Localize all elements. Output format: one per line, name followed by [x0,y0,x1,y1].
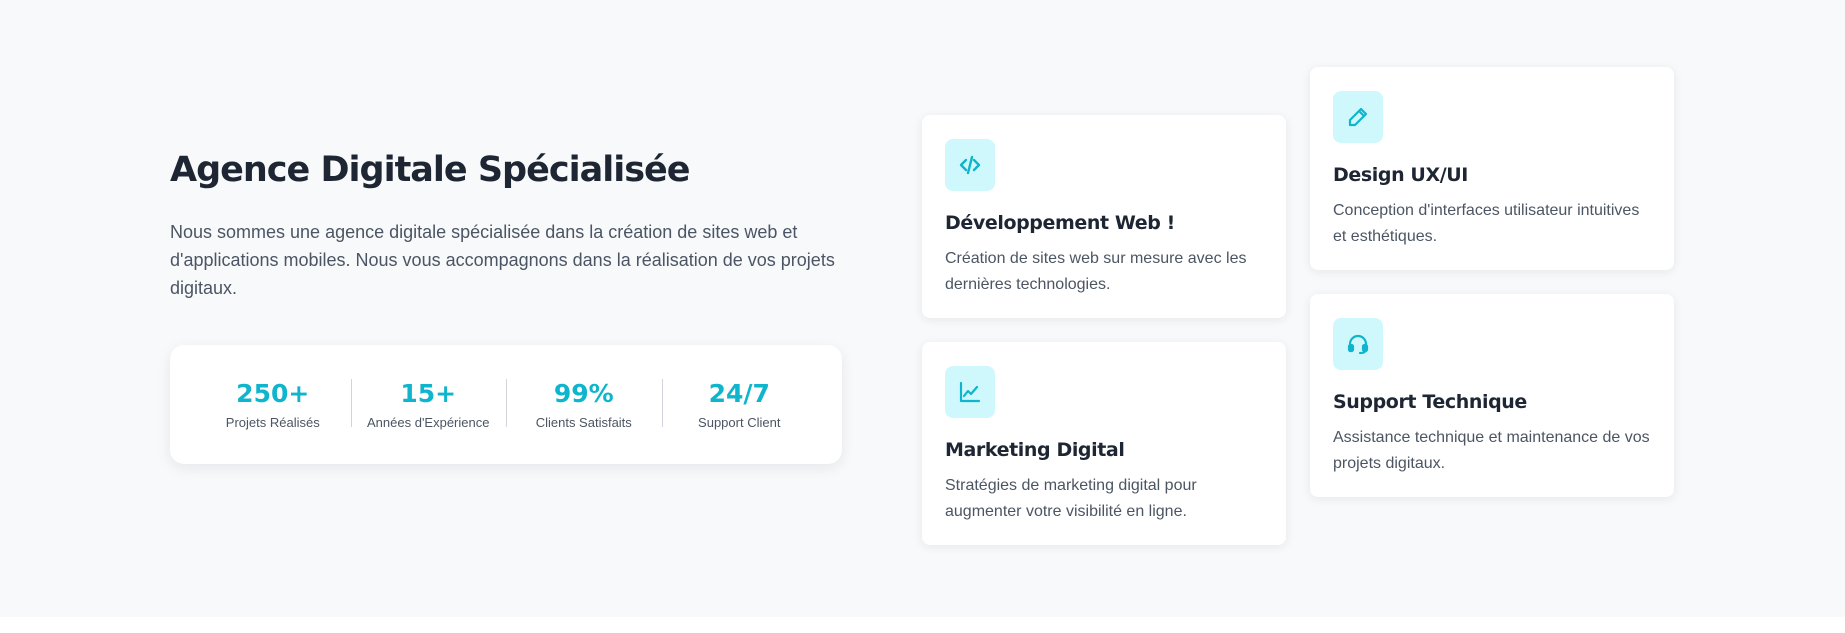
stat-label: Projets Réalisés [225,414,320,430]
pencil-icon [1333,91,1383,143]
stat-label: Années d'Expérience [367,414,490,430]
stat-value: 250+ [236,378,310,408]
stat-label: Support Client [698,414,781,430]
chart-line-icon [945,366,995,418]
service-card-web: Développement Web ! Création de sites we… [922,115,1286,318]
service-card-support: Support Technique Assistance technique e… [1310,294,1674,497]
stat-label: Clients Satisfaits [535,414,632,430]
service-card-marketing: Marketing Digital Stratégies de marketin… [922,342,1286,545]
service-description: Assistance technique et maintenance de v… [1333,429,1650,472]
stats-panel: 250+ Projets Réalisés 15+ Années d'Expér… [170,345,842,464]
section-description: Nous sommes une agence digitale spéciali… [170,222,835,298]
about-section: Agence Digitale Spécialisée Nous sommes … [0,0,1845,617]
service-description: Stratégies de marketing digital pour aug… [945,477,1197,520]
stat-value: 15+ [400,378,457,408]
section-title: Agence Digitale Spécialisée [170,150,691,190]
stat-support: 24/7 Support Client [661,378,818,431]
stat-value: 99% [553,378,614,408]
stat-experience: 15+ Années d'Expérience [350,378,507,431]
service-description: Création de sites web sur mesure avec le… [945,250,1247,293]
service-title: Marketing Digital [945,439,1125,461]
service-description: Conception d'interfaces utilisateur intu… [1333,202,1640,245]
stat-value: 24/7 [708,378,770,408]
service-title: Développement Web ! [945,212,1175,234]
code-icon [945,139,995,191]
service-title: Support Technique [1333,391,1527,413]
stat-satisfaction: 99% Clients Satisfaits [506,378,662,431]
stat-projects: 250+ Projets Réalisés [195,379,351,431]
headset-icon [1333,318,1383,370]
service-title: Design UX/UI [1333,164,1468,186]
service-card-design: Design UX/UI Conception d'interfaces uti… [1310,67,1674,270]
intro: Agence Digitale Spécialisée Nous sommes … [170,148,850,302]
